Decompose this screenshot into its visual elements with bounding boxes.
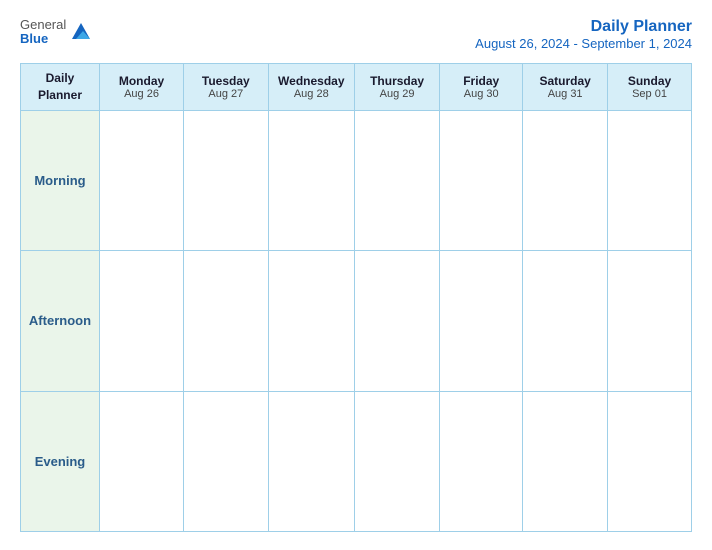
cell-morning-wednesday[interactable] xyxy=(268,110,355,250)
logo-blue: Blue xyxy=(20,32,66,46)
header: General Blue Daily Planner August 26, 20… xyxy=(20,18,692,51)
col-label-line1: Daily xyxy=(46,71,75,85)
col-header-friday: Friday Aug 30 xyxy=(440,64,523,111)
col-header-sunday: Sunday Sep 01 xyxy=(608,64,692,111)
cell-morning-sunday[interactable] xyxy=(608,110,692,250)
date-range: August 26, 2024 - September 1, 2024 xyxy=(475,36,692,51)
col-header-wednesday: Wednesday Aug 28 xyxy=(268,64,355,111)
cell-evening-wednesday[interactable] xyxy=(268,391,355,531)
row-label-afternoon: Afternoon xyxy=(21,251,100,391)
logo-icon xyxy=(70,21,92,43)
col-header-monday: Monday Aug 26 xyxy=(99,64,183,111)
cell-afternoon-monday[interactable] xyxy=(99,251,183,391)
cell-evening-saturday[interactable] xyxy=(523,391,608,531)
calendar-table: Daily Planner Monday Aug 26 Tuesday Aug … xyxy=(20,63,692,532)
cell-afternoon-tuesday[interactable] xyxy=(184,251,268,391)
col-header-saturday: Saturday Aug 31 xyxy=(523,64,608,111)
cell-evening-thursday[interactable] xyxy=(355,391,440,531)
cell-evening-sunday[interactable] xyxy=(608,391,692,531)
cell-afternoon-friday[interactable] xyxy=(440,251,523,391)
logo-area: General Blue xyxy=(20,18,92,47)
col-label-line2: Planner xyxy=(38,88,82,102)
cell-afternoon-thursday[interactable] xyxy=(355,251,440,391)
cell-morning-monday[interactable] xyxy=(99,110,183,250)
col-header-tuesday: Tuesday Aug 27 xyxy=(184,64,268,111)
page: General Blue Daily Planner August 26, 20… xyxy=(0,0,712,550)
cell-evening-tuesday[interactable] xyxy=(184,391,268,531)
col-header-thursday: Thursday Aug 29 xyxy=(355,64,440,111)
cell-evening-friday[interactable] xyxy=(440,391,523,531)
row-evening: Evening xyxy=(21,391,692,531)
col-header-label: Daily Planner xyxy=(21,64,100,111)
row-label-morning: Morning xyxy=(21,110,100,250)
cell-morning-saturday[interactable] xyxy=(523,110,608,250)
cell-morning-tuesday[interactable] xyxy=(184,110,268,250)
cell-evening-monday[interactable] xyxy=(99,391,183,531)
cell-morning-friday[interactable] xyxy=(440,110,523,250)
cell-morning-thursday[interactable] xyxy=(355,110,440,250)
cell-afternoon-wednesday[interactable] xyxy=(268,251,355,391)
logo-general: General xyxy=(20,18,66,32)
page-title: Daily Planner xyxy=(475,18,692,36)
cell-afternoon-saturday[interactable] xyxy=(523,251,608,391)
title-area: Daily Planner August 26, 2024 - Septembe… xyxy=(475,18,692,51)
row-afternoon: Afternoon xyxy=(21,251,692,391)
row-label-evening: Evening xyxy=(21,391,100,531)
cell-afternoon-sunday[interactable] xyxy=(608,251,692,391)
row-morning: Morning xyxy=(21,110,692,250)
